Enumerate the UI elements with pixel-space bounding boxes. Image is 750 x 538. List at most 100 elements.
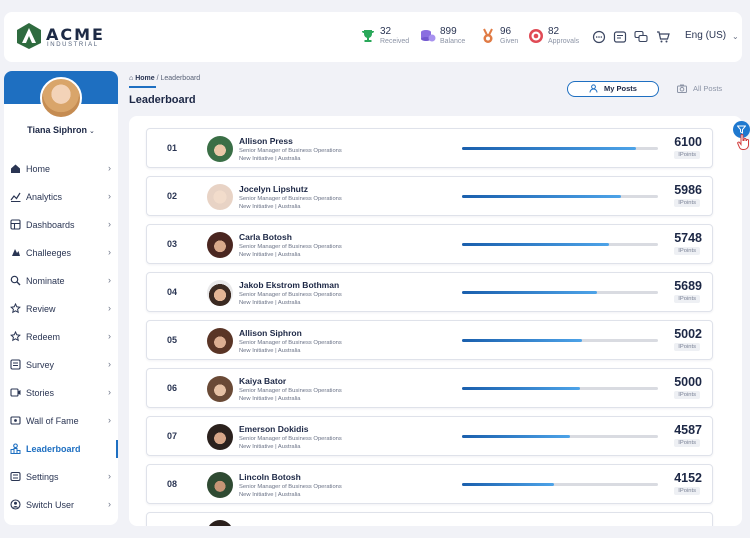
sidebar-item-dashboards[interactable]: Dashboards › [4, 214, 118, 236]
leaderboard-row[interactable]: 04 Jakob Ekstrom Bothman Senior Manager … [146, 272, 713, 312]
cart-icon[interactable] [656, 30, 670, 44]
member-department: New Initiative | Australia [239, 444, 301, 450]
member-name[interactable]: Emerson Dokidis [239, 424, 308, 434]
points-label: IPoints [674, 487, 700, 495]
progress-fill [462, 339, 582, 342]
avatar[interactable] [207, 376, 233, 402]
chevron-right-icon: › [108, 191, 111, 201]
progress-fill [462, 291, 598, 294]
points-value: 4152 [674, 471, 702, 485]
leaderboard-row-partial[interactable] [146, 512, 713, 526]
chevron-right-icon: › [108, 387, 111, 397]
chat-icon[interactable] [592, 30, 606, 44]
sidebar-item-leaderboard[interactable]: Leaderboard [4, 438, 118, 460]
progress-track [462, 195, 658, 198]
avatar[interactable] [207, 184, 233, 210]
conversation-icon[interactable] [634, 30, 648, 44]
member-department: New Initiative | Australia [239, 396, 301, 402]
rank-number: 06 [167, 383, 178, 393]
member-department: New Initiative | Australia [239, 348, 301, 354]
acme-logo[interactable]: ACME INDUSTRIAL [16, 22, 111, 52]
sidebar-item-label: Review [26, 304, 56, 314]
avatar[interactable] [207, 328, 233, 354]
all-posts-button[interactable]: All Posts [667, 81, 742, 97]
leaderboard-row[interactable]: 05 Allison Siphron Senior Manager of Bus… [146, 320, 713, 360]
leaderboard-row[interactable]: 08 Lincoln Botosh Senior Manager of Busi… [146, 464, 713, 504]
top-header: ACME INDUSTRIAL 32 Received 899 Balance … [4, 12, 742, 62]
sidebar-item-survey[interactable]: Survey › [4, 354, 118, 376]
member-name[interactable]: Jakob Ekstrom Bothman [239, 280, 339, 290]
sidebar-item-challenges[interactable]: Challeeges › [4, 242, 118, 264]
leaderboard-panel: 01 Allison Press Senior Manager of Busin… [129, 116, 742, 526]
leaderboard-row[interactable]: 02 Jocelyn Lipshutz Senior Manager of Bu… [146, 176, 713, 216]
member-department: New Initiative | Australia [239, 492, 301, 498]
avatar[interactable] [207, 136, 233, 162]
points-label: IPoints [674, 391, 700, 399]
sidebar-item-label: Switch User [26, 500, 75, 510]
member-role: Senior Manager of Business Operations [239, 388, 342, 394]
sidebar-item-review[interactable]: Review › [4, 298, 118, 320]
sidebar-item-switch-user[interactable]: Switch User › [4, 494, 118, 516]
leaderboard-row[interactable]: 01 Allison Press Senior Manager of Busin… [146, 128, 713, 168]
page-title: Leaderboard [129, 94, 196, 106]
chevron-right-icon: › [108, 471, 111, 481]
user-menu[interactable]: Tiana Siphron ⌄ [4, 125, 118, 135]
stories-icon [10, 388, 21, 397]
brand-subtitle: INDUSTRIAL [47, 42, 99, 48]
sidebar-item-settings[interactable]: Settings › [4, 466, 118, 488]
sidebar-item-home[interactable]: Home › [4, 158, 118, 180]
sidebar-item-wall-of-fame[interactable]: Wall of Fame › [4, 410, 118, 432]
sidebar-item-stories[interactable]: Stories › [4, 382, 118, 404]
message-icon[interactable] [613, 30, 627, 44]
avatar[interactable] [207, 424, 233, 450]
breadcrumb-home[interactable]: Home [135, 75, 154, 82]
leaderboard-row[interactable]: 03 Carla Botosh Senior Manager of Busine… [146, 224, 713, 264]
user-icon [589, 84, 598, 93]
progress-fill [462, 243, 609, 246]
member-name[interactable]: Kaiya Bator [239, 376, 286, 386]
rank-number: 04 [167, 287, 178, 297]
my-posts-button[interactable]: My Posts [567, 81, 659, 97]
member-role: Senior Manager of Business Operations [239, 292, 342, 298]
member-name[interactable]: Allison Siphron [239, 328, 302, 338]
member-name[interactable]: Allison Press [239, 136, 293, 146]
points-value: 5000 [674, 375, 702, 389]
avatar[interactable] [207, 280, 233, 306]
chevron-down-icon[interactable]: ⌄ [732, 32, 739, 41]
avatar[interactable] [207, 232, 233, 258]
stat-given-value: 96 [500, 26, 512, 37]
member-name[interactable]: Lincoln Botosh [239, 472, 301, 482]
member-department: New Initiative | Australia [239, 252, 301, 258]
points-value: 5986 [674, 183, 702, 197]
sidebar-item-label: Dashboards [26, 220, 75, 230]
sidebar-item-nominate[interactable]: Nominate › [4, 270, 118, 292]
leaderboard-row[interactable]: 07 Emerson Dokidis Senior Manager of Bus… [146, 416, 713, 456]
points-label: IPoints [674, 199, 700, 207]
sidebar-item-redeem[interactable]: Redeem › [4, 326, 118, 348]
sidebar-item-analytics[interactable]: Analytics › [4, 186, 118, 208]
progress-fill [462, 435, 570, 438]
member-name[interactable]: Carla Botosh [239, 232, 292, 242]
sidebar-item-label: Wall of Fame [26, 416, 79, 426]
chevron-right-icon: › [108, 331, 111, 341]
progress-fill [462, 195, 621, 198]
member-name[interactable]: Jocelyn Lipshutz [239, 184, 308, 194]
avatar[interactable] [207, 520, 233, 526]
leaderboard-row[interactable]: 06 Kaiya Bator Senior Manager of Busines… [146, 368, 713, 408]
chevron-right-icon: › [108, 247, 111, 257]
chevron-right-icon: › [108, 275, 111, 285]
breadcrumb-current: Leaderboard [160, 75, 201, 82]
acme-logo-mark-icon [17, 23, 41, 49]
coins-icon [421, 30, 436, 42]
member-role: Senior Manager of Business Operations [239, 436, 342, 442]
home-icon [11, 164, 20, 173]
my-posts-label: My Posts [604, 84, 637, 93]
avatar[interactable] [207, 472, 233, 498]
member-role: Senior Manager of Business Operations [239, 340, 342, 346]
filter-icon [737, 125, 746, 134]
target-icon [529, 29, 543, 43]
user-avatar[interactable] [40, 77, 82, 119]
language-selector[interactable]: Eng (US) [685, 30, 726, 41]
sidebar-item-label: Challeeges [26, 248, 72, 258]
home-icon[interactable]: ⌂ [129, 75, 133, 82]
